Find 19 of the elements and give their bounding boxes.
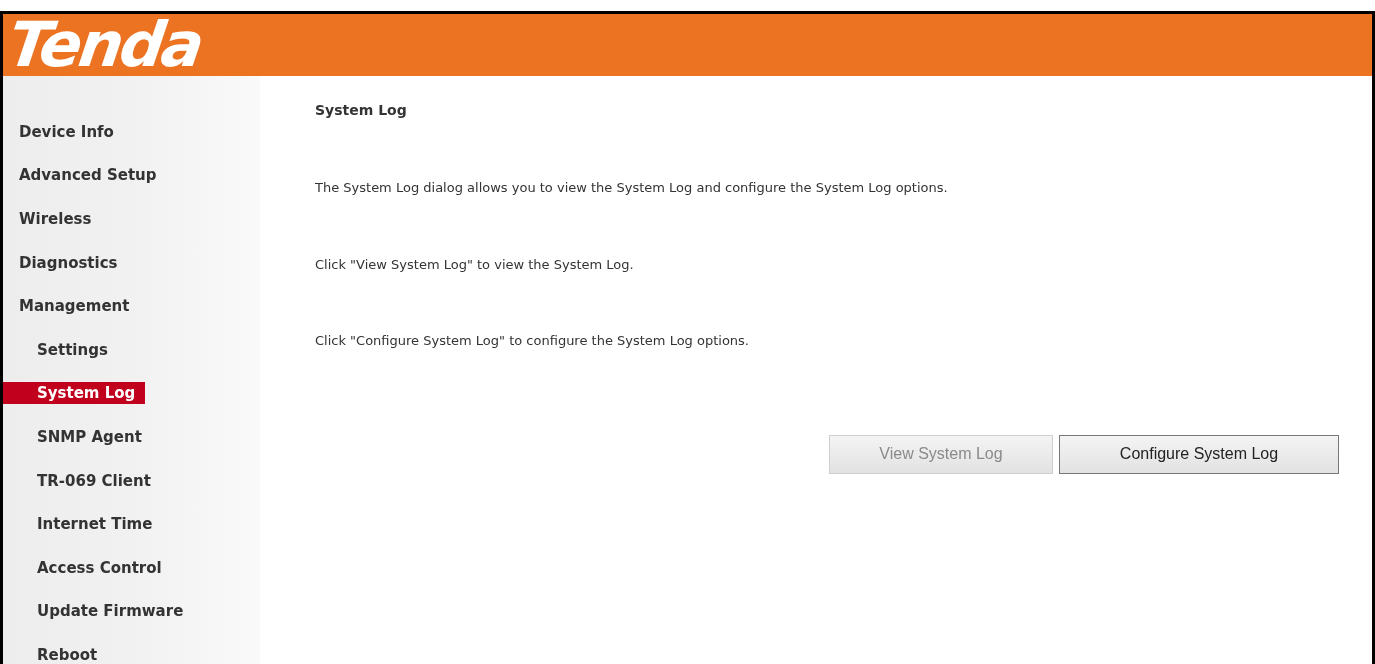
sidebar-item[interactable]: Internet Time (3, 513, 163, 536)
page-title: System Log (315, 101, 408, 120)
sidebar-item[interactable]: System Log (3, 382, 146, 405)
description-text: Click "Configure System Log" to configure the System Log options. (315, 332, 750, 350)
description-text: Click "View System Log" to view the System Log. (315, 255, 635, 274)
sidebar-item[interactable]: Advanced Setup (3, 164, 157, 187)
sidebar-item[interactable]: Device Info (3, 120, 114, 143)
sidebar-item[interactable]: Settings (3, 338, 118, 361)
sidebar-item[interactable]: Wireless (3, 208, 92, 230)
sidebar-item[interactable]: Access Control (3, 556, 172, 579)
logo: Tenda (4, 14, 206, 76)
sidebar-item[interactable]: TR-069 Client (3, 469, 161, 492)
sidebar-item[interactable]: Management (3, 295, 130, 318)
action-button[interactable]: Configure System Log (1059, 434, 1339, 474)
sidebar-item[interactable]: Update Firmware (3, 600, 194, 623)
sidebar-item[interactable]: Diagnostics (3, 251, 118, 274)
description-text: The System Log dialog allows you to view the System Log and configure the System Log options. (315, 179, 949, 197)
sidebar-item[interactable]: SNMP Agent (3, 425, 152, 448)
sidebar-item[interactable]: Reboot (3, 643, 108, 664)
